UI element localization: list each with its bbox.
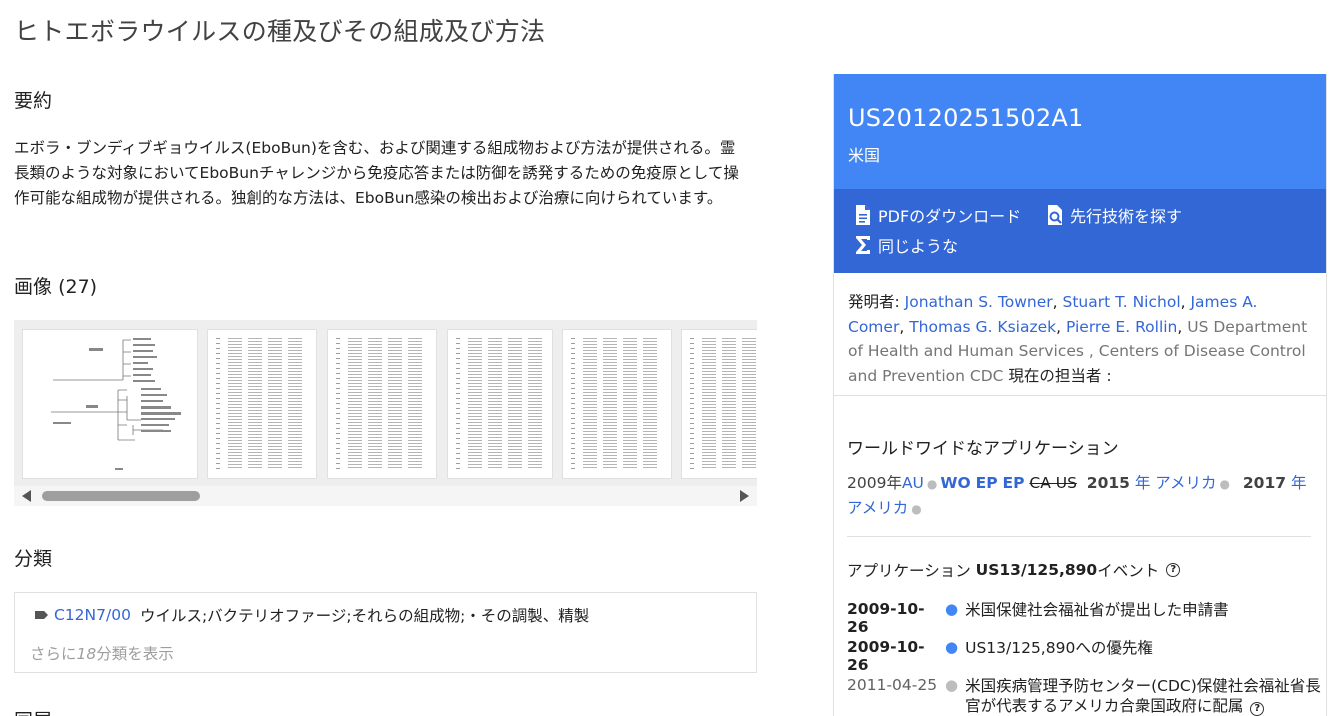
- event-date: 2009-10-26: [847, 638, 925, 674]
- inventor-link[interactable]: Stuart T. Nichol: [1062, 293, 1180, 311]
- classifications-box: C12N7/00 ウイルス;バクテリオファージ;それらの組成物;・その調製、精製…: [14, 592, 757, 673]
- scroll-left-arrow-icon[interactable]: [22, 490, 31, 502]
- carousel-scrollbar[interactable]: [14, 486, 757, 506]
- publication-number: US20120251502A1: [848, 104, 1084, 132]
- show-more-classifications-link[interactable]: さらに18分類を表示: [30, 642, 174, 664]
- event-marker-icon: ●: [945, 600, 959, 618]
- event-row: 2011-04-25 ● 米国疾病管理予防センター(CDC)保健社会福祉省長官が…: [847, 676, 1325, 716]
- phylogenetic-tree-figure: [51, 338, 181, 470]
- application-events-heading: アプリケーション US13/125,890 イベント ?: [847, 559, 1181, 581]
- inventors-label: 発明者:: [848, 293, 900, 311]
- inventor-link[interactable]: Pierre E. Rollin: [1066, 318, 1177, 336]
- country-code-link[interactable]: WO: [940, 474, 970, 492]
- year-label: 2017: [1242, 474, 1287, 492]
- image-carousel[interactable]: [14, 320, 757, 506]
- event-text: 米国保健社会福祉省が提出した申請書: [965, 601, 1229, 619]
- year-label: 2009年: [847, 474, 902, 492]
- event-marker-icon: ●: [945, 638, 959, 656]
- download-pdf-button[interactable]: PDFのダウンロード: [854, 203, 1021, 227]
- event-text: US13/125,890への優先権: [965, 639, 1153, 657]
- classifications-heading: 分類: [14, 548, 53, 570]
- find-prior-art-button[interactable]: 先行技術を探す: [1046, 203, 1182, 227]
- scrollbar-thumb[interactable]: [42, 491, 200, 501]
- event-text: 米国疾病管理予防センター(CDC)保健社会福祉省長官が代表するアメリカ合衆国政府…: [965, 677, 1321, 716]
- next-section-heading: 同属: [14, 706, 52, 716]
- event-row: 2009-10-26 ● 米国保健社会福祉省が提出した申請書: [847, 600, 1325, 636]
- help-icon[interactable]: ?: [1250, 702, 1265, 716]
- sigma-icon: [856, 236, 870, 254]
- page-title: ヒトエボラウイルスの種及びその組成及び方法: [14, 17, 546, 46]
- event-marker-icon: ●: [945, 676, 959, 694]
- classification-code-link[interactable]: C12N7/00: [54, 606, 131, 624]
- find-prior-art-label: 先行技術を探す: [1070, 207, 1183, 226]
- inventor-link[interactable]: Jonathan S. Towner: [905, 293, 1053, 311]
- publication-country: 米国: [848, 146, 881, 165]
- image-thumbnail[interactable]: [22, 329, 198, 479]
- pdf-document-icon: [856, 205, 870, 225]
- year-label: 2015: [1086, 474, 1130, 492]
- publication-header: US20120251502A1 米国: [834, 74, 1326, 189]
- withdrawn-country-codes[interactable]: CA US: [1029, 474, 1077, 492]
- worldwide-applications-heading: ワールドワイドなアプリケーション: [847, 439, 1119, 459]
- images-heading: 画像 (27): [14, 276, 98, 298]
- current-assignee-label: 現在の担当者 :: [1008, 366, 1112, 385]
- country-code-link[interactable]: EP: [976, 474, 998, 492]
- download-pdf-label: PDFのダウンロード: [878, 207, 1022, 226]
- inventor-link[interactable]: Thomas G. Ksiazek: [909, 318, 1056, 336]
- search-document-icon: [1048, 205, 1062, 225]
- event-row: 2009-10-26 ● US13/125,890への優先権: [847, 638, 1325, 674]
- event-date: 2011-04-25: [847, 676, 938, 694]
- similar-button[interactable]: 同じような: [854, 233, 958, 257]
- inventors-section: 発明者: Jonathan S. Towner, Stuart T. Nicho…: [834, 273, 1326, 396]
- actions-bar: PDFのダウンロード 先行技術を探す 同じような: [834, 189, 1326, 273]
- classification-item: C12N7/00 ウイルス;バクテリオファージ;それらの組成物;・その調製、精製: [35, 604, 589, 626]
- abstract-text: エボラ・ブンディブギョウイルス(EboBun)を含む、および関連する組成物および…: [14, 139, 739, 207]
- classification-description: ウイルス;バクテリオファージ;それらの組成物;・その調製、精製: [139, 607, 590, 625]
- tag-icon: [35, 611, 48, 619]
- similar-label: 同じような: [878, 237, 959, 256]
- abstract-heading: 要約: [14, 90, 53, 112]
- image-thumbnail[interactable]: [327, 329, 437, 479]
- scroll-right-arrow-icon[interactable]: [740, 490, 749, 502]
- divider: [847, 536, 1311, 537]
- image-thumbnail[interactable]: [562, 329, 672, 479]
- country-code-link[interactable]: EP: [1003, 474, 1025, 492]
- help-icon[interactable]: ?: [1166, 563, 1181, 577]
- country-code-link[interactable]: 年 アメリカ: [1135, 474, 1217, 492]
- image-thumbnail[interactable]: [447, 329, 553, 479]
- image-thumbnail[interactable]: [681, 329, 757, 479]
- event-date: 2009-10-26: [847, 600, 925, 636]
- country-code-link[interactable]: AU: [902, 474, 924, 492]
- worldwide-applications-list: 2009年AU ● WO EP EP CA US 2015 年 アメリカ ● 2017…: [847, 474, 1307, 517]
- image-thumbnail[interactable]: [207, 329, 317, 479]
